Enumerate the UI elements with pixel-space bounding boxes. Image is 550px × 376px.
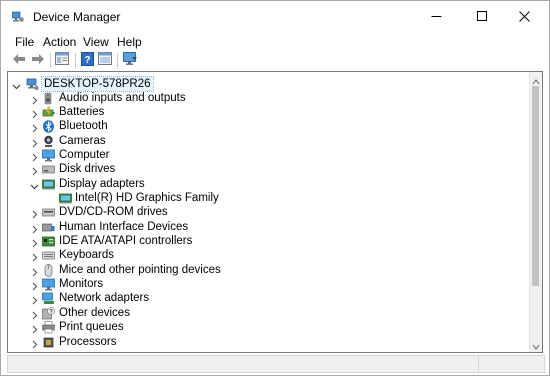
close-button[interactable]	[501, 1, 547, 31]
toolbar: ?	[1, 51, 549, 70]
collapse-chevron-icon[interactable]	[30, 180, 39, 190]
category-label[interactable]: Display adapters	[59, 177, 145, 191]
vertical-scrollbar[interactable]	[529, 72, 542, 352]
category-label[interactable]: Computer	[59, 148, 110, 162]
ide-controller-icon	[42, 235, 55, 248]
category-label[interactable]: Disk drives	[59, 162, 115, 176]
battery-icon	[42, 106, 55, 119]
speaker-icon	[42, 92, 55, 105]
properties-icon	[55, 52, 69, 68]
category-label[interactable]: Other devices	[59, 306, 130, 320]
display-adapter-icon	[59, 192, 72, 205]
category-label[interactable]: Processors	[59, 335, 117, 349]
properties-button[interactable]	[54, 52, 70, 68]
category-label[interactable]: Network adapters	[59, 291, 149, 305]
expand-chevron-icon[interactable]	[30, 280, 39, 291]
category-label[interactable]: Audio inputs and outputs	[59, 91, 186, 105]
device-manager-app-icon	[11, 11, 24, 23]
category-label[interactable]: IDE ATA/ATAPI controllers	[59, 234, 192, 248]
toolbar-separator	[75, 53, 76, 68]
computer-icon	[42, 149, 55, 162]
expand-chevron-icon[interactable]	[30, 151, 39, 162]
expand-chevron-icon[interactable]	[30, 237, 39, 248]
printer-icon	[42, 321, 55, 334]
menu-bar: File Action View Help	[1, 33, 549, 51]
svg-text:?: ?	[49, 309, 53, 315]
bluetooth-icon	[42, 120, 55, 133]
device-label[interactable]: Intel(R) HD Graphics Family	[75, 191, 219, 205]
disk-drive-icon	[42, 163, 55, 176]
window-title: Device Manager	[33, 10, 121, 24]
scan-hardware-icon	[122, 51, 138, 69]
category-label[interactable]: DVD/CD-ROM drives	[59, 205, 168, 219]
other-devices-icon: ?	[42, 307, 55, 320]
expand-chevron-icon[interactable]	[30, 251, 39, 262]
processor-icon	[42, 336, 55, 349]
category-label[interactable]: Cameras	[59, 134, 106, 148]
device-tree[interactable]: DESKTOP-578PR26 Audio inputs and outputs…	[7, 71, 543, 353]
back-button[interactable]	[11, 52, 27, 68]
network-adapter-icon	[42, 292, 55, 305]
status-cell-right	[479, 356, 543, 372]
toolbar-separator	[117, 53, 118, 68]
minimize-button[interactable]	[413, 1, 459, 31]
category-label[interactable]: Human Interface Devices	[59, 220, 188, 234]
category-label[interactable]: Batteries	[59, 105, 104, 119]
category-label[interactable]: Bluetooth	[59, 119, 108, 133]
menu-action[interactable]: Action	[43, 35, 76, 49]
expand-chevron-icon[interactable]	[30, 208, 39, 219]
svg-text:?: ?	[84, 55, 90, 66]
keyboard-icon	[42, 249, 55, 262]
expand-chevron-icon[interactable]	[30, 108, 39, 119]
category-label[interactable]: Mice and other pointing devices	[59, 263, 221, 277]
maximize-icon	[476, 10, 488, 22]
maximize-button[interactable]	[459, 1, 505, 31]
title-bar: Device Manager	[1, 1, 549, 31]
expand-chevron-icon[interactable]	[30, 323, 39, 334]
status-cell-main	[8, 356, 479, 372]
expand-chevron-icon[interactable]	[30, 294, 39, 305]
expand-chevron-icon[interactable]	[30, 165, 39, 176]
back-arrow-icon	[12, 53, 26, 68]
expand-chevron-icon[interactable]	[30, 309, 39, 320]
scrollbar-thumb[interactable]	[532, 86, 539, 286]
close-icon	[518, 10, 530, 22]
collapse-chevron-icon[interactable]	[12, 80, 21, 90]
toolbar-separator	[50, 53, 51, 68]
hid-icon	[42, 221, 55, 234]
forward-arrow-icon	[31, 53, 45, 68]
device-manager-window: Device Manager File Action View Help ? D…	[0, 0, 550, 376]
expand-chevron-icon[interactable]	[30, 338, 39, 349]
monitor-icon	[42, 278, 55, 291]
help-icon: ?	[80, 51, 94, 69]
dvd-drive-icon	[42, 206, 55, 219]
expand-chevron-icon[interactable]	[30, 223, 39, 234]
scan-hardware-button[interactable]	[122, 51, 138, 69]
update-driver-button[interactable]	[97, 52, 113, 68]
expand-chevron-icon[interactable]	[30, 266, 39, 277]
menu-help[interactable]: Help	[117, 35, 142, 49]
minimize-icon	[431, 11, 442, 22]
forward-button[interactable]	[30, 52, 46, 68]
menu-view[interactable]: View	[83, 35, 109, 49]
tree-root-label[interactable]: DESKTOP-578PR26	[41, 76, 154, 92]
camera-icon	[42, 135, 55, 148]
expand-chevron-icon[interactable]	[30, 122, 39, 133]
help-button[interactable]: ?	[79, 51, 95, 69]
expand-chevron-icon[interactable]	[30, 137, 39, 148]
display-adapter-icon	[42, 178, 55, 191]
category-label[interactable]: Print queues	[59, 320, 124, 334]
mouse-icon	[42, 264, 55, 277]
status-bar	[7, 355, 545, 373]
computer-root-icon	[26, 78, 39, 91]
menu-file[interactable]: File	[15, 35, 34, 49]
update-driver-icon	[98, 52, 112, 68]
scroll-up-arrow-icon[interactable]	[532, 75, 540, 85]
expand-chevron-icon[interactable]	[30, 94, 39, 105]
category-label[interactable]: Keyboards	[59, 248, 114, 262]
scroll-down-arrow-icon[interactable]	[532, 340, 540, 350]
category-label[interactable]: Monitors	[59, 277, 103, 291]
